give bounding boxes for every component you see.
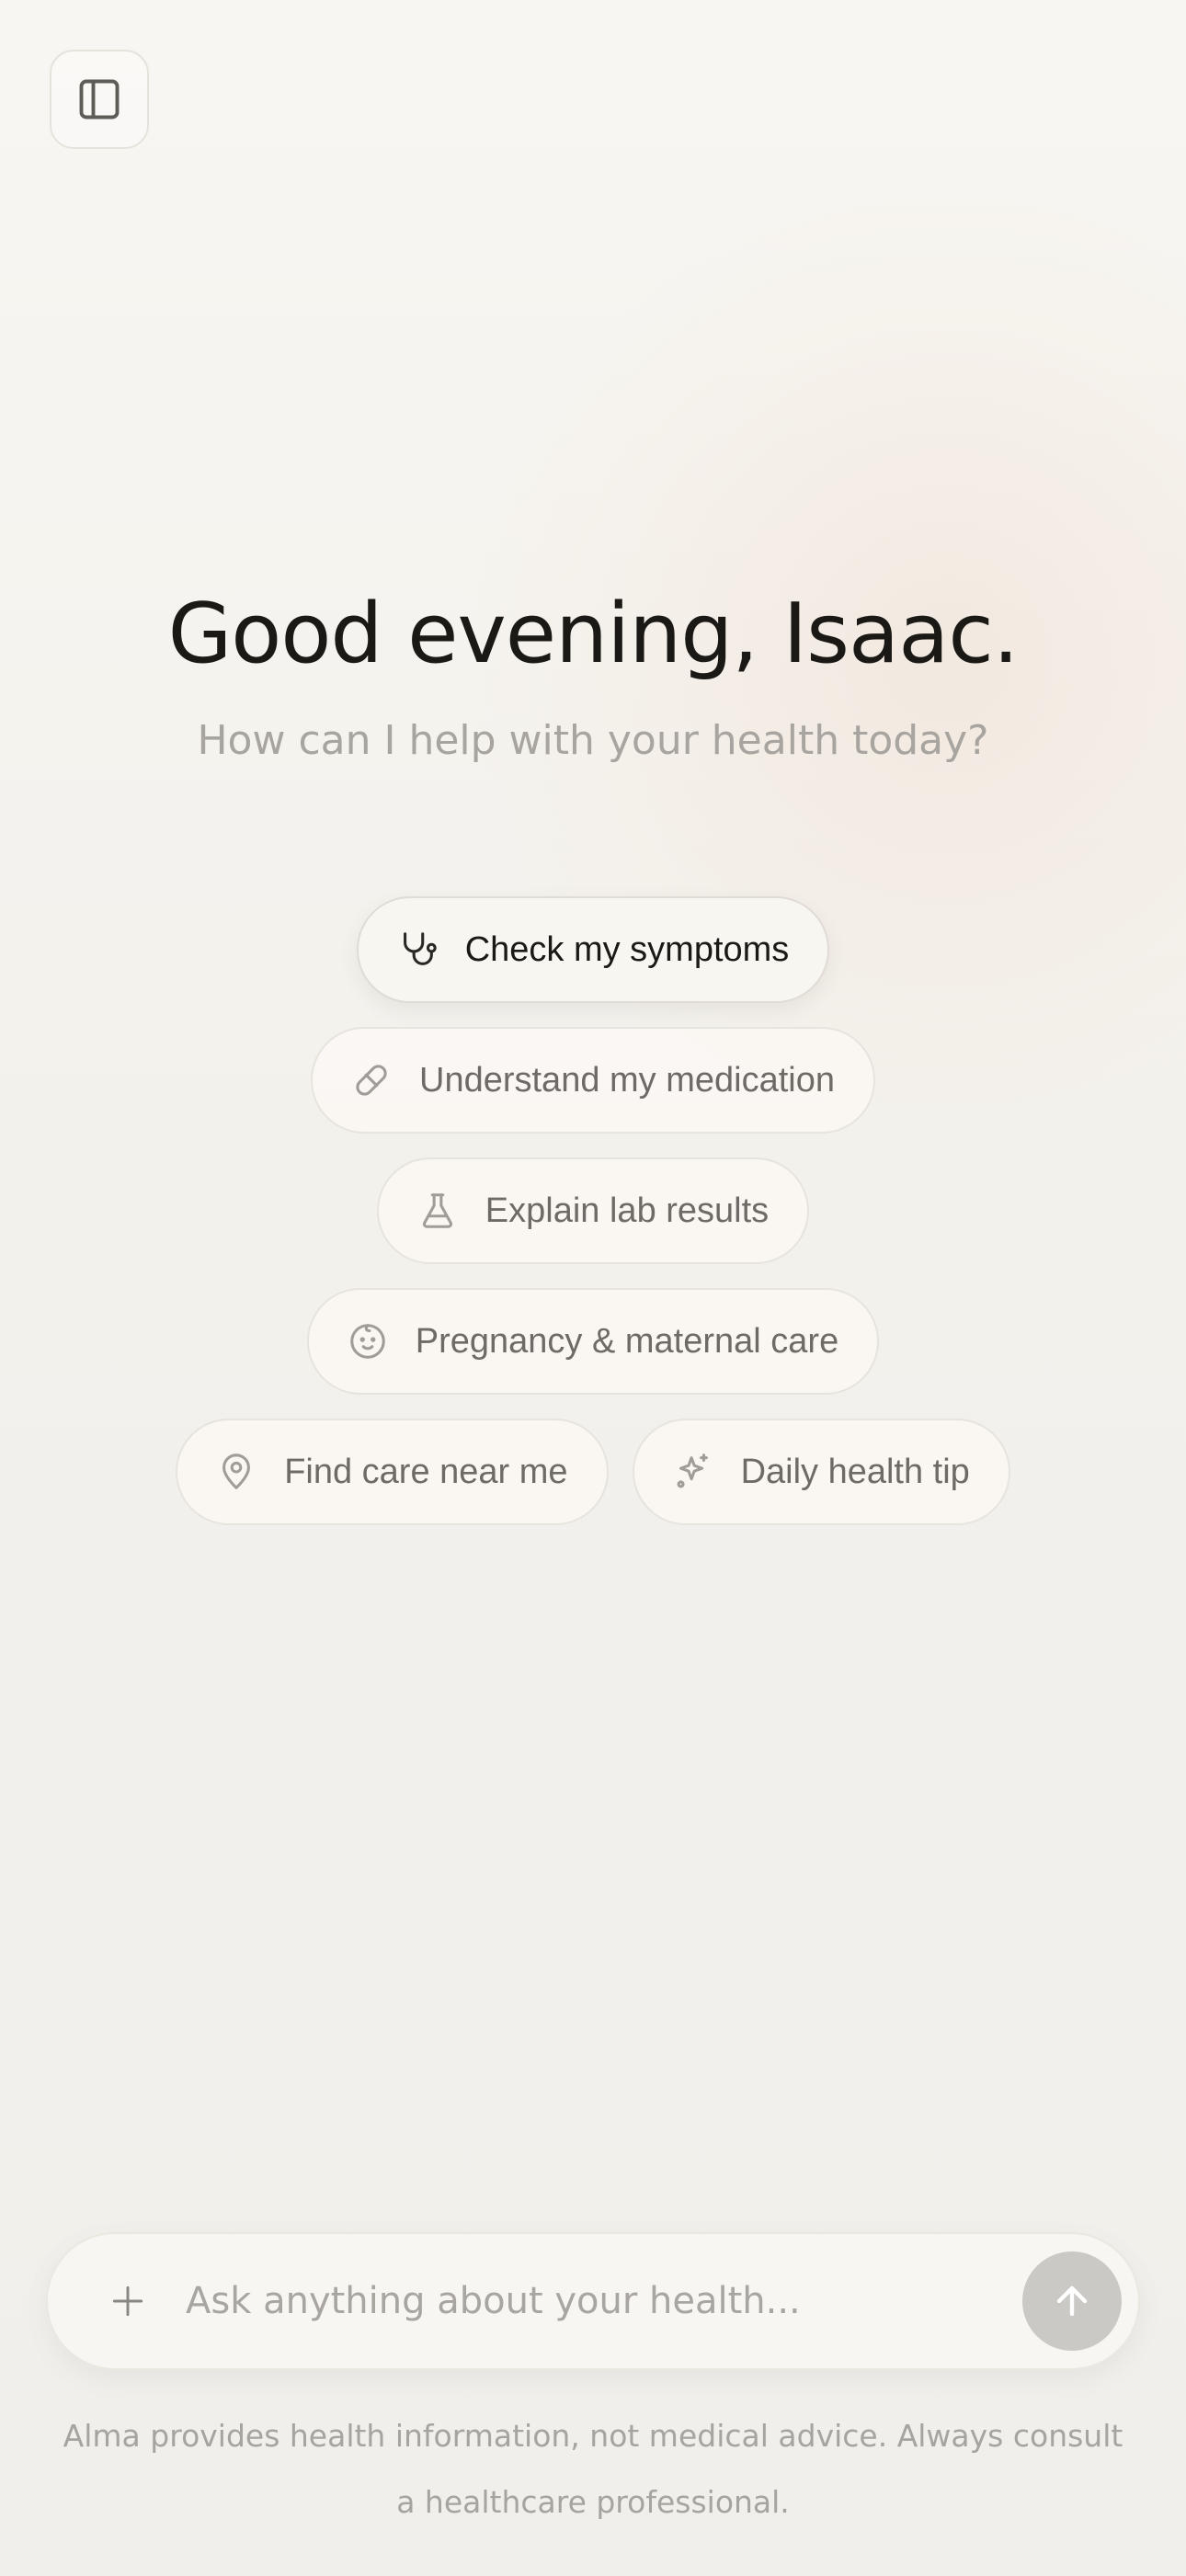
chip-label: Explain lab results bbox=[485, 1191, 770, 1230]
sparkles-icon bbox=[671, 1450, 715, 1494]
chip-label: Daily health tip bbox=[740, 1452, 970, 1491]
chip-find-care-near-me[interactable]: Find care near me bbox=[176, 1419, 609, 1525]
medical-disclaimer: Alma provides health information, not me… bbox=[63, 2418, 1123, 2520]
chip-check-symptoms[interactable]: Check my symptoms bbox=[356, 896, 830, 1003]
map-pin-icon bbox=[214, 1450, 258, 1494]
chip-label: Find care near me bbox=[284, 1452, 568, 1491]
greeting-subtitle: How can I help with your health today? bbox=[197, 717, 989, 764]
baby-face-icon bbox=[346, 1319, 390, 1363]
pill-icon bbox=[349, 1058, 393, 1102]
message-input[interactable] bbox=[186, 2264, 1022, 2338]
suggestion-chips: Check my symptoms Understand my medicati… bbox=[0, 896, 1186, 1549]
arrow-up-icon bbox=[1050, 2279, 1094, 2323]
chip-label: Understand my medication bbox=[419, 1060, 835, 1100]
greeting-title: Good evening, Isaac. bbox=[167, 586, 1020, 682]
sidebar-panel-icon bbox=[75, 75, 123, 123]
chip-explain-lab-results[interactable]: Explain lab results bbox=[376, 1157, 810, 1264]
send-button[interactable] bbox=[1022, 2251, 1122, 2351]
sidebar-toggle-button[interactable] bbox=[50, 50, 149, 149]
stethoscope-icon bbox=[395, 928, 439, 972]
chip-pregnancy-maternal-care[interactable]: Pregnancy & maternal care bbox=[306, 1288, 880, 1395]
chip-label: Pregnancy & maternal care bbox=[415, 1321, 839, 1361]
hero-section: Good evening, Isaac. How can I help with… bbox=[0, 579, 1186, 767]
chip-understand-medication[interactable]: Understand my medication bbox=[311, 1027, 875, 1134]
flask-icon bbox=[416, 1189, 460, 1233]
chip-label: Check my symptoms bbox=[464, 929, 790, 969]
plus-icon bbox=[108, 2281, 148, 2321]
attach-button[interactable] bbox=[96, 2269, 160, 2333]
message-composer bbox=[46, 2232, 1140, 2370]
chip-daily-health-tip[interactable]: Daily health tip bbox=[632, 1419, 1010, 1525]
